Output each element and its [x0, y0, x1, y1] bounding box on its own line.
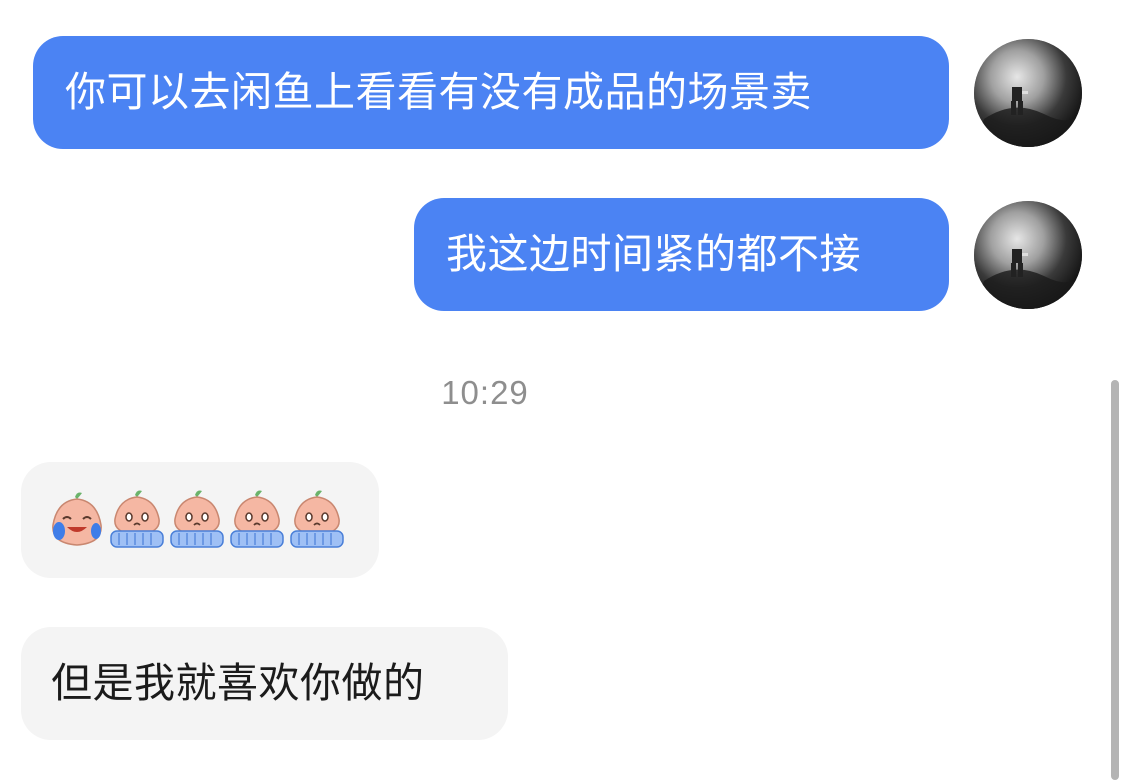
avatar[interactable] — [974, 39, 1082, 147]
message-text: 但是我就喜欢你做的 — [51, 659, 425, 707]
outgoing-message-bubble[interactable]: 你可以去闲鱼上看看有没有成品的场景卖 — [33, 36, 949, 149]
outgoing-message-bubble[interactable]: 我这边时间紧的都不接 — [414, 198, 949, 311]
message-timestamp: 10:29 — [441, 374, 529, 411]
crying-peach-icon — [170, 490, 224, 548]
crying-peach-icon — [110, 490, 164, 548]
message-text: 你可以去闲鱼上看看有没有成品的场景卖 — [65, 68, 812, 116]
message-text: 我这边时间紧的都不接 — [446, 230, 861, 278]
crying-peach-icon — [230, 490, 284, 548]
avatar[interactable] — [974, 201, 1082, 309]
crying-peach-icon — [290, 490, 344, 548]
incoming-message-bubble[interactable] — [21, 462, 379, 578]
incoming-message-bubble[interactable]: 但是我就喜欢你做的 — [21, 627, 508, 740]
scrollbar[interactable] — [1111, 380, 1119, 780]
laughing-crying-peach-icon — [52, 492, 102, 546]
astronaut-avatar-icon — [974, 39, 1082, 147]
emoji-sticker-row — [49, 489, 345, 551]
astronaut-avatar-icon — [974, 201, 1082, 309]
